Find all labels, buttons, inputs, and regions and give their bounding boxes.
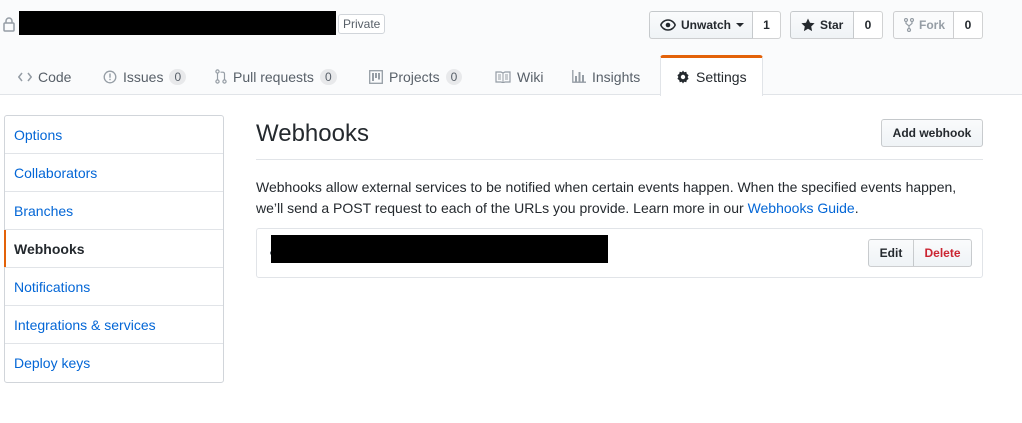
private-badge: Private xyxy=(338,14,386,34)
star-button[interactable]: Star xyxy=(790,11,854,39)
settings-sidebar: Options Collaborators Branches Webhooks … xyxy=(4,115,224,383)
star-count[interactable]: 0 xyxy=(854,11,883,39)
description-end: . xyxy=(854,200,859,216)
webhook-list-item: Edit Delete xyxy=(256,228,983,278)
tab-insights-label: Insights xyxy=(592,68,641,85)
star-group: Star 0 xyxy=(790,11,883,39)
star-label: Star xyxy=(820,18,844,32)
tab-settings[interactable]: Settings xyxy=(660,55,763,96)
fork-label: Fork xyxy=(919,18,946,32)
issues-counter: 0 xyxy=(169,68,187,85)
issue-icon xyxy=(103,70,117,84)
tab-pull-requests[interactable]: Pull requests 0 xyxy=(205,58,347,95)
sidebar-item-notifications[interactable]: Notifications xyxy=(5,268,223,306)
repo-header: Private Unwatch 1 Star 0 Fork 0 Code Iss… xyxy=(0,0,1022,96)
tab-issues[interactable]: Issues 0 xyxy=(93,58,196,95)
fork-group: Fork 0 xyxy=(893,11,983,39)
webhook-url-redacted[interactable] xyxy=(271,235,608,263)
gear-icon xyxy=(676,70,690,84)
sidebar-item-deploy-keys[interactable]: Deploy keys xyxy=(5,344,223,382)
title-divider xyxy=(256,159,983,160)
project-icon xyxy=(369,69,383,84)
page-title: Webhooks xyxy=(256,120,369,147)
pull-requests-counter: 0 xyxy=(319,68,337,85)
repo-name-redacted xyxy=(19,11,336,35)
lock-icon xyxy=(3,16,15,32)
code-icon xyxy=(18,72,32,82)
sidebar-item-options[interactable]: Options xyxy=(5,116,223,154)
watch-count[interactable]: 1 xyxy=(753,11,781,39)
tab-pull-requests-label: Pull requests xyxy=(233,68,314,85)
eye-icon xyxy=(660,19,676,31)
sidebar-item-branches[interactable]: Branches xyxy=(5,192,223,230)
star-icon xyxy=(801,18,815,32)
tab-issues-label: Issues xyxy=(123,68,164,85)
watch-group: Unwatch 1 xyxy=(649,11,781,39)
tab-code[interactable]: Code xyxy=(8,58,81,95)
fork-icon xyxy=(904,18,914,32)
tab-projects[interactable]: Projects 0 xyxy=(359,58,472,95)
pull-request-icon xyxy=(215,69,227,84)
unwatch-button[interactable]: Unwatch xyxy=(649,11,753,39)
book-icon xyxy=(495,70,511,83)
fork-count[interactable]: 0 xyxy=(954,11,983,39)
sidebar-item-collaborators[interactable]: Collaborators xyxy=(5,154,223,192)
graph-icon xyxy=(572,70,586,83)
sidebar-item-integrations[interactable]: Integrations & services xyxy=(5,306,223,344)
projects-counter: 0 xyxy=(445,68,463,85)
unwatch-label: Unwatch xyxy=(681,18,732,32)
tab-code-label: Code xyxy=(38,68,72,85)
tab-wiki[interactable]: Wiki xyxy=(485,58,553,95)
add-webhook-button[interactable]: Add webhook xyxy=(881,119,983,147)
tab-projects-label: Projects xyxy=(389,68,440,85)
edit-webhook-button[interactable]: Edit xyxy=(868,239,914,267)
webhooks-guide-link[interactable]: Webhooks Guide xyxy=(748,200,855,216)
tab-insights[interactable]: Insights xyxy=(562,58,650,95)
fork-button[interactable]: Fork xyxy=(893,11,954,39)
webhooks-description: Webhooks allow external services to be n… xyxy=(256,177,976,219)
sidebar-item-webhooks[interactable]: Webhooks xyxy=(4,230,223,268)
tab-settings-label: Settings xyxy=(696,69,747,85)
chevron-down-icon xyxy=(736,22,745,28)
tab-wiki-label: Wiki xyxy=(517,68,544,85)
delete-webhook-button[interactable]: Delete xyxy=(913,239,972,267)
